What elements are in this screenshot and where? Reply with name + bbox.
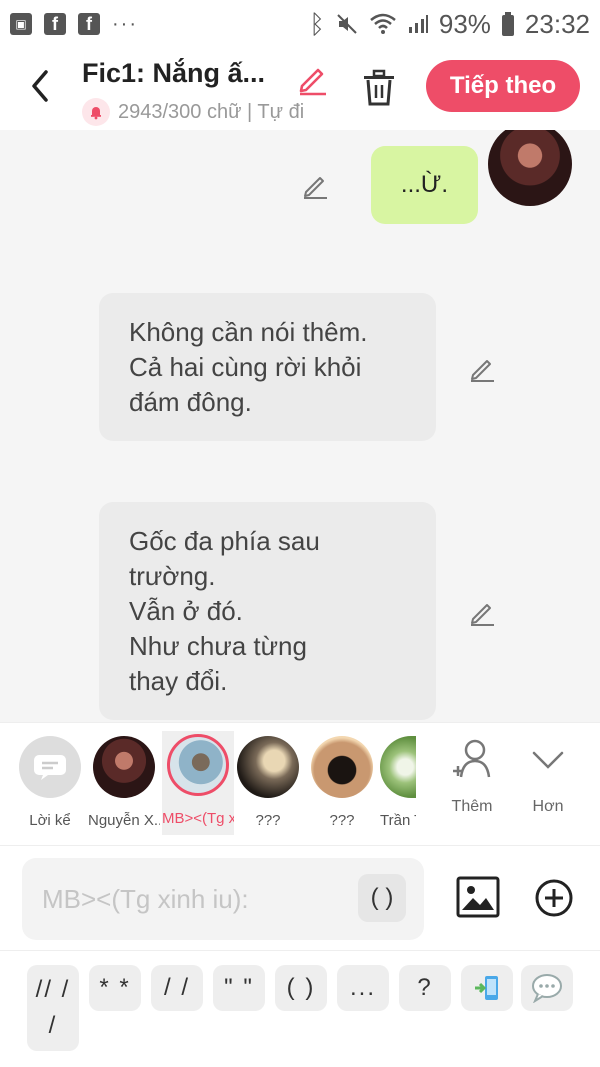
status-bar: ▣ f f ··· ᛒ 93% 23:32 bbox=[0, 0, 600, 48]
add-character-button[interactable]: Thêm bbox=[442, 737, 502, 816]
chat-area[interactable]: ...Ừ. Không cần nói thêm. Cả hai cùng rờ… bbox=[0, 130, 600, 722]
message-bubble-me[interactable]: ...Ừ. bbox=[371, 146, 478, 224]
avatar bbox=[311, 736, 373, 798]
shortcut-button[interactable]: // / / bbox=[27, 965, 79, 1051]
character-name: Trần T bbox=[380, 812, 416, 829]
edit-message-icon[interactable] bbox=[300, 170, 330, 200]
editor-header: Fic1: Nắng ấ... 2943/300 chữ | Tự đi Tiế… bbox=[0, 48, 600, 130]
avatar bbox=[167, 734, 229, 796]
avatar bbox=[237, 736, 299, 798]
switch-device-button[interactable] bbox=[461, 965, 513, 1011]
add-user-icon bbox=[453, 739, 491, 778]
character-item[interactable]: ??? bbox=[306, 733, 378, 829]
wifi-icon bbox=[370, 13, 396, 34]
message-input-box[interactable]: ( ) bbox=[22, 858, 424, 940]
character-item[interactable]: ??? bbox=[232, 733, 304, 829]
battery-level: 93% bbox=[438, 8, 491, 39]
character-selector: Lời kể Nguyễn X... MB><(Tg x... ??? ??? … bbox=[0, 722, 600, 846]
character-item[interactable]: Trần T bbox=[380, 733, 416, 829]
facebook-icon: f bbox=[44, 13, 66, 35]
gallery-icon: ▣ bbox=[10, 13, 32, 35]
edit-title-icon[interactable] bbox=[294, 60, 330, 96]
more-characters-label: Hơn bbox=[532, 798, 564, 815]
edit-message-icon[interactable] bbox=[467, 353, 497, 383]
character-name: ??? bbox=[255, 812, 281, 829]
bluetooth-icon: ᛒ bbox=[309, 8, 325, 39]
avatar bbox=[93, 736, 155, 798]
chevron-down-icon bbox=[532, 751, 564, 769]
shortcut-bar: // / / * * / / " " ( ) ... ? bbox=[0, 950, 600, 1067]
message-input[interactable] bbox=[42, 878, 362, 920]
character-name: ??? bbox=[329, 812, 355, 829]
avatar bbox=[380, 736, 416, 798]
battery-icon bbox=[501, 12, 514, 36]
shortcut-button[interactable]: " " bbox=[213, 965, 265, 1011]
next-button[interactable]: Tiếp theo bbox=[426, 60, 580, 112]
phone-switch-icon bbox=[475, 976, 498, 1000]
shortcut-button[interactable]: ... bbox=[337, 965, 389, 1011]
character-name: Nguyễn X... bbox=[88, 812, 160, 829]
character-item[interactable]: Nguyễn X... bbox=[88, 733, 160, 829]
more-characters-button[interactable]: Hơn bbox=[518, 737, 578, 816]
bell-icon[interactable] bbox=[82, 98, 110, 126]
compose-area: ( ) bbox=[0, 846, 600, 950]
narrator-icon bbox=[19, 736, 81, 798]
add-icon[interactable] bbox=[534, 878, 574, 918]
narration-bubble[interactable]: Không cần nói thêm. Cả hai cùng rời khỏi… bbox=[99, 293, 436, 441]
more-notifications-icon: ··· bbox=[112, 12, 138, 35]
shortcut-button[interactable]: ? bbox=[399, 965, 451, 1011]
shortcut-button[interactable]: ( ) bbox=[275, 965, 327, 1011]
character-name: Lời kể bbox=[29, 812, 71, 829]
shortcut-button[interactable]: / / bbox=[151, 965, 203, 1011]
image-icon[interactable] bbox=[456, 876, 500, 918]
mute-icon bbox=[337, 14, 357, 34]
character-name: MB><(Tg x... bbox=[162, 810, 234, 827]
signal-icon bbox=[408, 15, 428, 33]
avatar[interactable] bbox=[488, 130, 572, 206]
back-icon[interactable] bbox=[26, 66, 56, 106]
shortcut-label: // / / bbox=[35, 976, 71, 1039]
narration-bubble[interactable]: Gốc đa phía sau trường. Vẫn ở đó. Như ch… bbox=[99, 502, 436, 720]
add-character-label: Thêm bbox=[451, 798, 493, 815]
trash-icon[interactable] bbox=[360, 68, 398, 108]
shortcut-button[interactable]: * * bbox=[89, 965, 141, 1011]
chat-bubble-button[interactable] bbox=[521, 965, 573, 1011]
character-narrator[interactable]: Lời kể bbox=[14, 733, 86, 829]
clock: 23:32 bbox=[524, 8, 590, 39]
edit-message-icon[interactable] bbox=[467, 597, 497, 627]
parentheses-button[interactable]: ( ) bbox=[358, 874, 406, 922]
word-count-bar: 2943/300 chữ | Tự đi bbox=[82, 98, 332, 126]
word-count: 2943/300 chữ | Tự đi bbox=[118, 100, 305, 123]
facebook-icon: f bbox=[78, 13, 100, 35]
chat-bubble-icon bbox=[532, 974, 562, 1003]
story-title[interactable]: Fic1: Nắng ấ... bbox=[82, 58, 265, 89]
character-item-selected[interactable]: MB><(Tg x... bbox=[162, 731, 234, 835]
